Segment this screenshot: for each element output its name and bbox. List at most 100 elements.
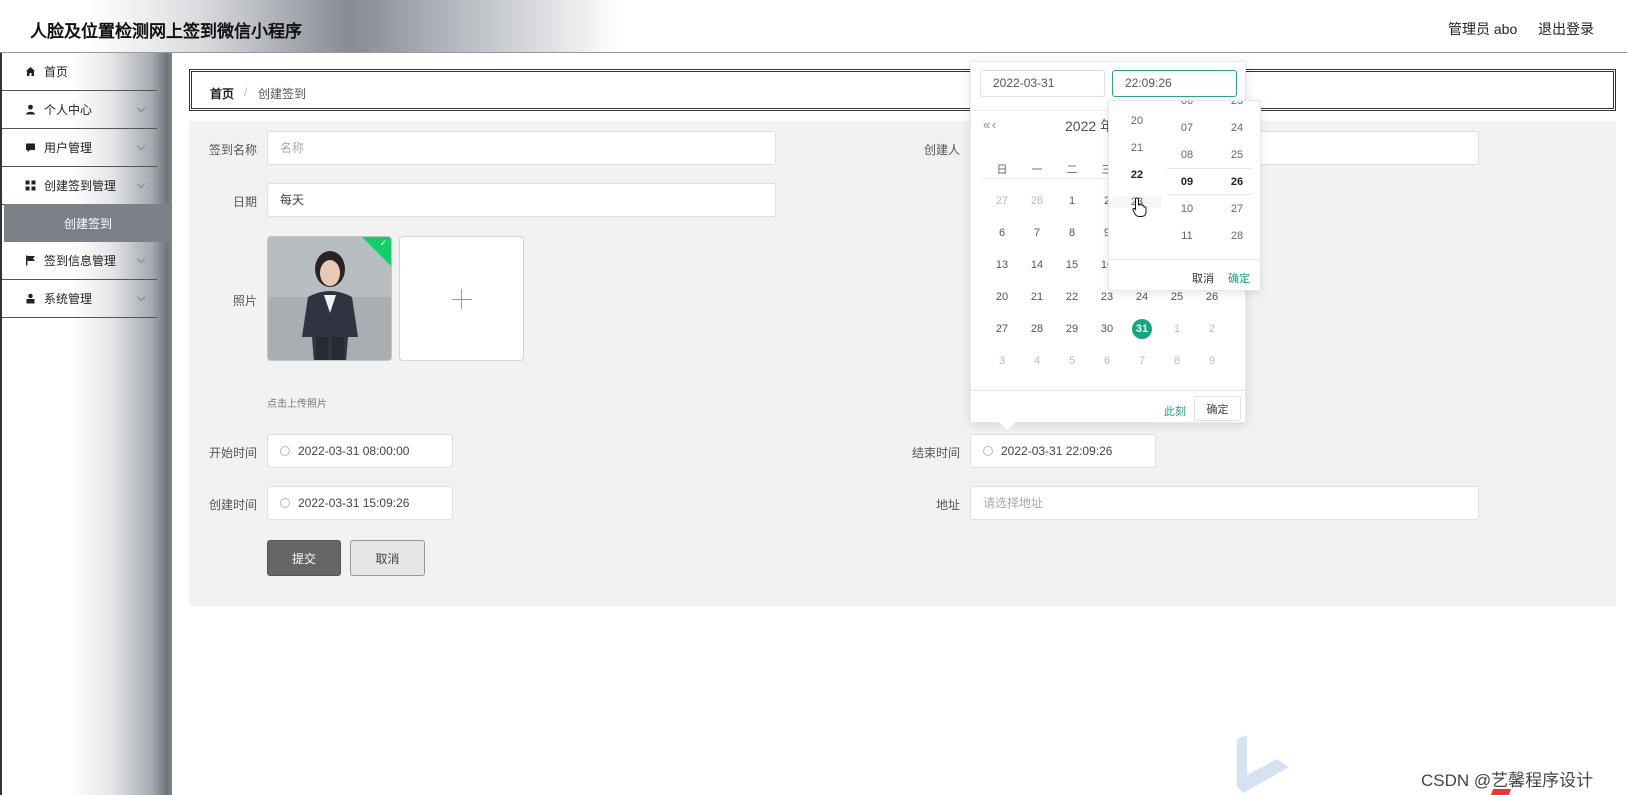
spinner-confirm-button[interactable]: 确定 [1228, 270, 1250, 286]
sidebar-subitem-create-checkin[interactable]: 创建签到 [4, 204, 172, 242]
calendar-day[interactable]: 9 [1195, 351, 1229, 371]
cancel-button[interactable]: 取消 [350, 540, 425, 576]
check-icon: ✓ [379, 238, 387, 248]
calendar-day[interactable]: 1 [1160, 319, 1194, 339]
calendar-day[interactable]: 1 [1055, 191, 1089, 211]
calendar-day[interactable]: 6 [1090, 351, 1124, 371]
hour-option[interactable]: 21 [1112, 142, 1162, 154]
minute-option-selected[interactable]: 09 [1162, 176, 1212, 188]
chevron-down-icon [136, 292, 146, 302]
date-input[interactable]: 每天 [267, 183, 776, 217]
calendar-day[interactable]: 15 [1055, 255, 1089, 275]
chevron-down-icon [136, 103, 146, 113]
name-label: 签到名称 [208, 143, 257, 157]
calendar-day[interactable]: 22 [1055, 287, 1089, 307]
sidebar-item-label: 个人中心 [44, 103, 93, 117]
sidebar-item-label: 签到信息管理 [44, 254, 117, 268]
flag-icon [24, 255, 36, 267]
clock-icon [280, 446, 290, 456]
sidebar-item-label: 用户管理 [44, 141, 93, 155]
sidebar-subitem-label: 创建签到 [63, 216, 112, 231]
calendar-day[interactable]: 6 [985, 223, 1019, 243]
breadcrumb-home[interactable]: 首页 [210, 85, 234, 102]
photo-label: 照片 [232, 294, 257, 308]
watermark-accent [1490, 789, 1512, 795]
calendar-day[interactable]: 8 [1160, 351, 1194, 371]
breadcrumb-separator: / [244, 85, 248, 99]
hour-option-selected[interactable]: 22 [1112, 169, 1162, 181]
minute-option[interactable]: 07 [1162, 122, 1212, 134]
calendar-day[interactable]: 4 [1020, 351, 1054, 371]
app-title: 人脸及位置检测网上签到微信小程序 [30, 22, 302, 41]
chevron-up-icon [136, 179, 146, 189]
calendar-day-selected[interactable]: 31 [1125, 319, 1159, 339]
sidebar-item-system-management[interactable]: 系统管理 [2, 280, 157, 318]
person-icon [24, 293, 36, 305]
sidebar-item-label: 系统管理 [44, 292, 93, 306]
calendar-day[interactable]: 7 [1020, 223, 1054, 243]
second-option[interactable]: 25 [1212, 149, 1260, 161]
second-option[interactable]: 23 [1212, 101, 1260, 107]
calendar-day[interactable]: 27 [985, 319, 1019, 339]
sidebar: 首页 个人中心 用户管理 创建签到管理 创建签到 签到信息管理 系统管理 [0, 53, 172, 795]
end-time-input[interactable]: 2022-03-31 22:09:26 [970, 434, 1156, 468]
sidebar-item-create-checkin[interactable]: 创建签到管理 [2, 167, 157, 205]
calendar-day[interactable]: 29 [1055, 319, 1089, 339]
picker-year-label[interactable]: 2022 年 [1065, 116, 1114, 136]
sidebar-item-user-management[interactable]: 用户管理 [2, 129, 157, 167]
created-time-label: 创建时间 [208, 498, 257, 512]
message-icon [24, 142, 36, 154]
hour-option[interactable]: 20 [1112, 115, 1162, 127]
admin-user-label[interactable]: 管理员 abo [1448, 19, 1517, 39]
calendar-day[interactable]: 27 [985, 191, 1019, 211]
sidebar-item-label: 首页 [44, 65, 69, 79]
sidebar-item-checkin-info[interactable]: 签到信息管理 [2, 242, 157, 280]
chevron-down-icon [136, 254, 146, 264]
picker-date-input[interactable]: 2022-03-31 [980, 70, 1105, 97]
photo-upload-button[interactable] [399, 236, 524, 361]
csdn-watermark: CSDN @艺馨程序设计 [1421, 771, 1594, 790]
calendar-day[interactable]: 30 [1090, 319, 1124, 339]
watermark-logo-icon [1233, 735, 1293, 795]
sidebar-item-label: 创建签到管理 [44, 179, 117, 193]
name-input[interactable]: 名称 [267, 131, 776, 165]
minute-option[interactable]: 11 [1162, 230, 1212, 242]
minute-option[interactable]: 06 [1162, 101, 1212, 107]
sidebar-item-personal-center[interactable]: 个人中心 [2, 91, 157, 129]
calendar-day[interactable]: 5 [1055, 351, 1089, 371]
spinner-cancel-button[interactable]: 取消 [1192, 270, 1214, 286]
calendar-day[interactable]: 7 [1125, 351, 1159, 371]
address-input[interactable]: 请选择地址 [970, 486, 1479, 520]
start-time-input[interactable]: 2022-03-31 08:00:00 [267, 434, 453, 468]
picker-time-input[interactable]: 22:09:26 [1112, 70, 1237, 97]
minute-option[interactable]: 08 [1162, 149, 1212, 161]
calendar-day[interactable]: 13 [985, 255, 1019, 275]
end-time-label: 结束时间 [911, 446, 960, 460]
prev-year-month-icon[interactable]: « ‹ [983, 117, 996, 132]
logout-link[interactable]: 退出登录 [1538, 19, 1594, 39]
calendar-day[interactable]: 8 [1055, 223, 1089, 243]
second-option-selected[interactable]: 26 [1212, 176, 1260, 188]
calendar-day[interactable]: 2 [1195, 319, 1229, 339]
calendar-day[interactable]: 28 [1020, 319, 1054, 339]
second-option[interactable]: 24 [1212, 122, 1260, 134]
submit-button[interactable]: 提交 [267, 540, 341, 576]
calendar-day[interactable]: 20 [985, 287, 1019, 307]
calendar-day[interactable]: 21 [1020, 287, 1054, 307]
now-link[interactable]: 此刻 [1164, 403, 1186, 419]
hand-cursor-icon [1132, 197, 1148, 222]
date-label: 日期 [232, 195, 257, 209]
created-time-input[interactable]: 2022-03-31 15:09:26 [267, 486, 453, 520]
calendar-day[interactable]: 3 [985, 351, 1019, 371]
minute-option[interactable]: 10 [1162, 203, 1212, 215]
picker-confirm-button[interactable]: 确定 [1194, 396, 1241, 421]
sidebar-item-home[interactable]: 首页 [2, 53, 157, 91]
calendar-day[interactable]: 28 [1020, 191, 1054, 211]
uploaded-photo[interactable]: ✓ [267, 236, 392, 361]
weekday-header: 一 [1031, 164, 1043, 176]
calendar-day[interactable]: 14 [1020, 255, 1054, 275]
top-header: 人脸及位置检测网上签到微信小程序 管理员 abo 退出登录 [0, 0, 1627, 53]
second-option[interactable]: 28 [1212, 230, 1260, 242]
user-icon [24, 104, 36, 116]
second-option[interactable]: 27 [1212, 203, 1260, 215]
